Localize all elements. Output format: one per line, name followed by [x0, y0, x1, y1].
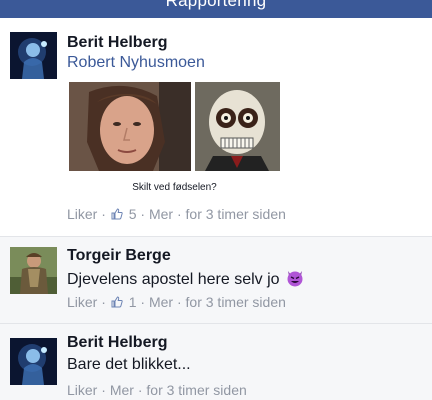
page-title: Rapportering: [165, 0, 267, 10]
timestamp: for 3 timer siden: [146, 382, 247, 398]
timestamp: for 3 timer siden: [185, 294, 286, 310]
comment-item: Torgeir Berge Djevelens apostel here sel…: [0, 236, 432, 323]
avatar[interactable]: [10, 247, 57, 294]
attached-image[interactable]: Skilt ved fødselen?: [67, 82, 282, 206]
comment-author[interactable]: Torgeir Berge: [67, 247, 171, 265]
image-caption: Skilt ved fødselen?: [132, 182, 217, 193]
top-bar: Rapportering: [0, 0, 432, 18]
comment-actions: Liker · Mer · for 3 timer siden: [67, 382, 247, 398]
like-count[interactable]: 5: [129, 206, 137, 222]
like-button[interactable]: Liker: [67, 382, 97, 398]
more-button[interactable]: Mer: [110, 382, 134, 398]
comment-actions: Liker · 5 · Mer · for 3 timer siden: [67, 206, 286, 222]
like-count[interactable]: 1: [129, 294, 137, 310]
thumbs-up-icon: [111, 208, 123, 220]
comment-author[interactable]: Berit Helberg: [67, 34, 167, 52]
woman-photo: [69, 82, 191, 171]
like-button[interactable]: Liker: [67, 206, 97, 222]
tagged-name[interactable]: Robert Nyhusmoen: [67, 54, 205, 72]
comment-author[interactable]: Berit Helberg: [67, 334, 167, 352]
comment-text: Djevelens apostel here selv jo: [67, 269, 304, 289]
avatar[interactable]: [10, 338, 57, 385]
thumbs-up-icon: [111, 296, 123, 308]
more-button[interactable]: Mer: [149, 206, 173, 222]
comment-item: Berit Helberg Robert Nyhusmoen Skilt ved…: [0, 18, 432, 236]
puppet-photo: [195, 82, 280, 171]
timestamp: for 3 timer siden: [185, 206, 286, 222]
like-button[interactable]: Liker: [67, 294, 97, 310]
comment-text: Bare det blikket...: [67, 356, 191, 373]
devil-emoji-icon: [287, 271, 303, 287]
comment-item: Berit Helberg Bare det blikket... Liker …: [0, 323, 432, 400]
avatar[interactable]: [10, 32, 57, 79]
comment-actions: Liker · 1 · Mer · for 3 timer siden: [67, 294, 286, 310]
more-button[interactable]: Mer: [149, 294, 173, 310]
